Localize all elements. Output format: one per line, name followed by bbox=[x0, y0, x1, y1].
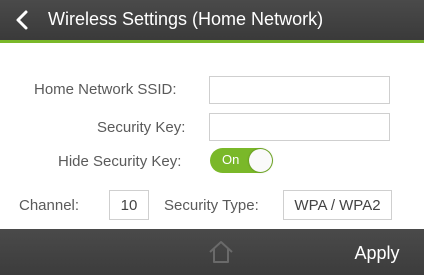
channel-label: Channel: bbox=[19, 197, 80, 214]
page-title: Wireless Settings (Home Network) bbox=[48, 9, 324, 29]
hide-security-key-label: Hide Security Key: bbox=[58, 153, 182, 170]
toggle-knob bbox=[249, 149, 272, 172]
security-key-label: Security Key: bbox=[97, 119, 186, 136]
ssid-input[interactable] bbox=[209, 76, 390, 104]
apply-button[interactable]: Apply bbox=[340, 236, 414, 270]
toggle-state-label: On bbox=[222, 152, 240, 167]
security-type-label: Security Type: bbox=[164, 197, 259, 214]
ssid-label: Home Network SSID: bbox=[34, 81, 177, 98]
chevron-left-icon[interactable] bbox=[12, 9, 34, 31]
hide-security-key-toggle[interactable]: On bbox=[210, 148, 273, 173]
channel-select[interactable]: 10 bbox=[109, 190, 149, 220]
header-accent-line bbox=[0, 40, 424, 43]
security-type-select[interactable]: WPA / WPA2 bbox=[283, 190, 392, 220]
security-key-input[interactable] bbox=[209, 113, 390, 141]
home-icon[interactable] bbox=[208, 240, 234, 264]
